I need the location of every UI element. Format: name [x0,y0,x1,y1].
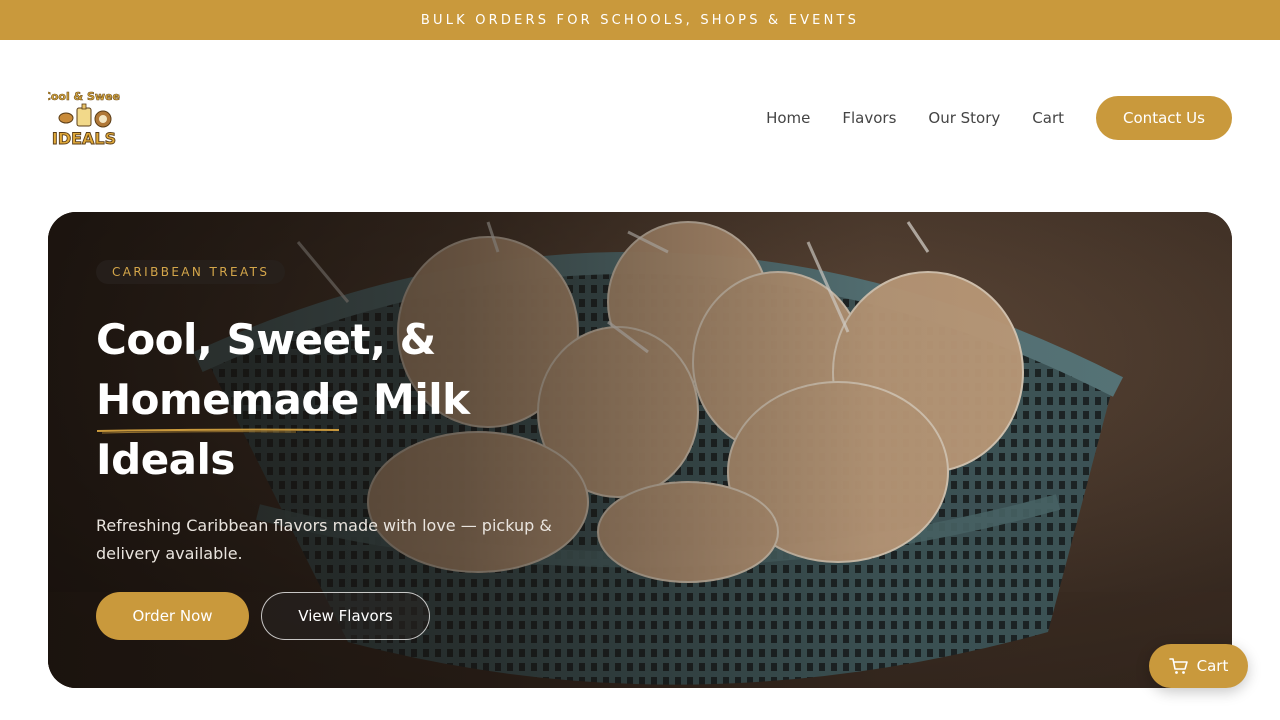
hero-eyebrow-badge: CARIBBEAN TREATS [96,260,286,284]
hero-title-line-1: Cool, Sweet, & [96,315,436,364]
cart-icon [1168,658,1188,674]
nav-home[interactable]: Home [766,109,810,127]
nav-our-story[interactable]: Our Story [928,109,1000,127]
eyebrow-text: CARIBBEAN TREATS [112,265,270,279]
nav-cart[interactable]: Cart [1032,109,1064,127]
hero-title-line-2: Homemade Milk [96,375,470,424]
logo-icon: Cool & Sweet IDEALS [42,90,125,149]
hero-section: CARIBBEAN TREATS Cool, Sweet, & Homemade… [48,212,1232,688]
logo-text-top: Cool & Sweet [48,90,120,103]
site-header: Cool & Sweet IDEALS Home Flavors Our Sto… [0,40,1280,196]
hero-title-line-3: Ideals [96,435,235,484]
banner-text: BULK ORDERS FOR SCHOOLS, SHOPS & EVENTS [420,12,860,28]
hero-subtitle: Refreshing Caribbean flavors made with l… [96,516,552,563]
hero-title: Cool, Sweet, & Homemade Milk Ideals [96,310,556,490]
site-logo[interactable]: Cool & Sweet IDEALS [42,88,125,150]
order-now-button[interactable]: Order Now [96,592,249,640]
title-underline-decoration [96,428,340,434]
contact-us-button[interactable]: Contact Us [1096,96,1232,140]
top-banner: BULK ORDERS FOR SCHOOLS, SHOPS & EVENTS [0,0,1280,40]
floating-cart-label: Cart [1196,657,1229,675]
main-nav: Home Flavors Our Story Cart Contact Us [766,96,1232,140]
view-flavors-button[interactable]: View Flavors [261,592,430,640]
nav-flavors[interactable]: Flavors [842,109,896,127]
floating-cart-button[interactable]: Cart [1149,644,1248,688]
logo-text-bottom: IDEALS [52,129,116,148]
